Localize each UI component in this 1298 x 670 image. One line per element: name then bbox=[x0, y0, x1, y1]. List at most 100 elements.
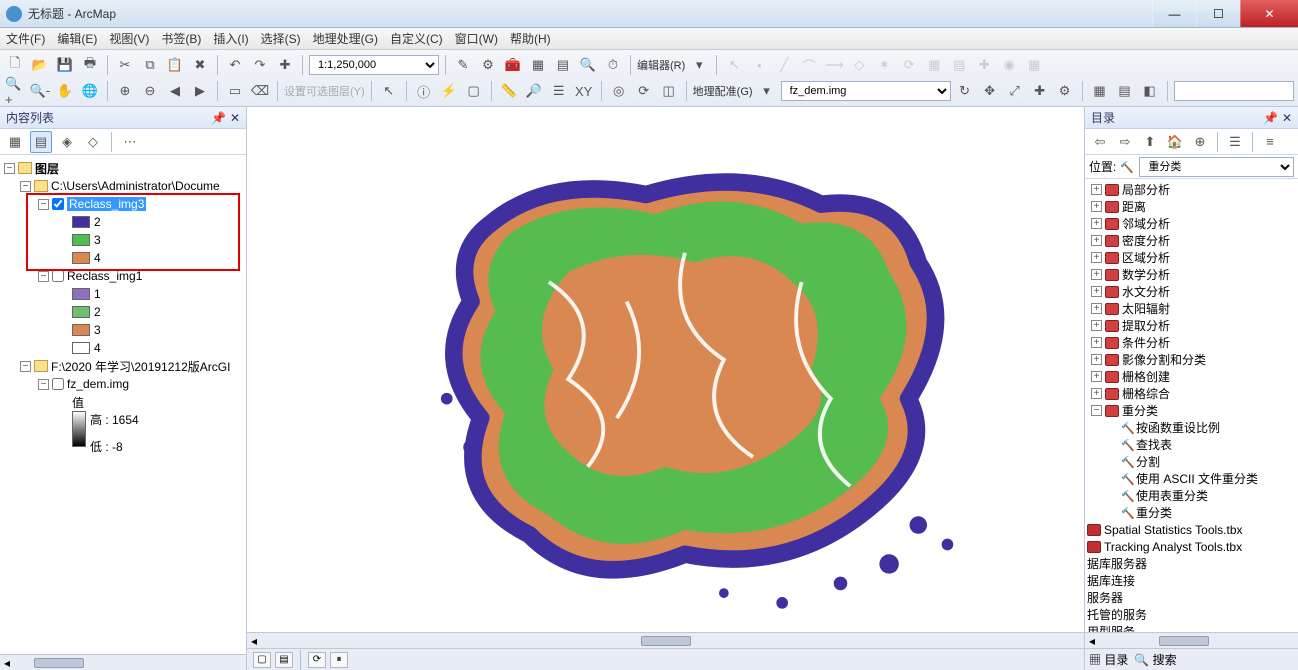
pause-draw-icon[interactable]: ⏸ bbox=[330, 652, 348, 668]
catalog-item[interactable]: 🔨分割 bbox=[1087, 453, 1296, 470]
catalog-item[interactable]: +距离 bbox=[1087, 198, 1296, 215]
pin-icon[interactable]: 📌 bbox=[211, 111, 226, 125]
catalog-item[interactable]: +水文分析 bbox=[1087, 283, 1296, 300]
group-f2020[interactable]: F:\2020 年学习\20191212版ArcGI bbox=[51, 358, 230, 375]
cut-icon[interactable]: ✂ bbox=[114, 54, 136, 76]
editor-toolbar-icon[interactable]: ✎ bbox=[452, 54, 474, 76]
toc-tree[interactable]: −图层 −C:\Users\Administrator\Docume −Recl… bbox=[0, 155, 246, 654]
time-slider-icon[interactable]: ⏱ bbox=[602, 54, 624, 76]
catalog-item[interactable]: −重分类 bbox=[1087, 402, 1296, 419]
list-by-source-icon[interactable]: ▤ bbox=[30, 131, 52, 153]
list-by-selection-icon[interactable]: ◇ bbox=[82, 131, 104, 153]
georef-auto-icon[interactable]: ⚙ bbox=[1054, 80, 1076, 102]
menu-edit[interactable]: 编辑(E) bbox=[57, 30, 97, 47]
catalog-item[interactable]: 🔨按函数重设比例 bbox=[1087, 419, 1296, 436]
pin-icon[interactable]: 📌 bbox=[1263, 111, 1278, 125]
menu-view[interactable]: 视图(V) bbox=[109, 30, 149, 47]
save-icon[interactable]: 💾 bbox=[54, 54, 76, 76]
georef-dropdown-icon[interactable]: ▾ bbox=[756, 80, 778, 102]
measure-icon[interactable]: 📏 bbox=[498, 80, 520, 102]
prev-extent-icon[interactable]: ◀ bbox=[164, 80, 186, 102]
select-element-icon[interactable]: ↖ bbox=[378, 80, 400, 102]
toggle-icon[interactable]: ☰ bbox=[1224, 131, 1246, 153]
zoom-in-icon[interactable]: 🔍+ bbox=[4, 80, 26, 102]
connect-icon[interactable]: ⊕ bbox=[1189, 131, 1211, 153]
catalog-item[interactable]: +密度分析 bbox=[1087, 232, 1296, 249]
list-by-drawing-icon[interactable]: ▦ bbox=[4, 131, 26, 153]
toc-options-icon[interactable]: ⋯ bbox=[119, 131, 141, 153]
georef-layer-select[interactable]: fz_dem.img bbox=[781, 81, 951, 101]
catalog-hscroll[interactable]: ◂ bbox=[1085, 632, 1298, 648]
delete-icon[interactable]: ✖ bbox=[189, 54, 211, 76]
catalog-item[interactable]: 🔨查找表 bbox=[1087, 436, 1296, 453]
editor-dropdown-icon[interactable]: ▾ bbox=[688, 54, 710, 76]
georef-reset-icon[interactable]: ◧ bbox=[1139, 80, 1161, 102]
menu-file[interactable]: 文件(F) bbox=[6, 30, 45, 47]
menu-geoprocessing[interactable]: 地理处理(G) bbox=[313, 30, 378, 47]
maximize-button[interactable]: ☐ bbox=[1196, 0, 1240, 27]
minimize-button[interactable]: — bbox=[1152, 0, 1196, 27]
search-icon[interactable]: 🔍 bbox=[577, 54, 599, 76]
layer-dem-checkbox[interactable] bbox=[52, 378, 64, 390]
close-button[interactable]: ✕ bbox=[1240, 0, 1298, 27]
list-by-visibility-icon[interactable]: ◈ bbox=[56, 131, 78, 153]
catalog-tab[interactable]: ▦ 目录 bbox=[1089, 651, 1128, 668]
pause-icon[interactable]: ◫ bbox=[658, 80, 680, 102]
forward-icon[interactable]: ⇨ bbox=[1114, 131, 1136, 153]
redo-icon[interactable]: ↷ bbox=[249, 54, 271, 76]
menu-customize[interactable]: 自定义(C) bbox=[390, 30, 443, 47]
catalog-item[interactable]: +栅格综合 bbox=[1087, 385, 1296, 402]
search-tab[interactable]: 🔍 搜索 bbox=[1134, 651, 1176, 668]
print-icon[interactable]: 🖶 bbox=[79, 54, 101, 76]
find-route-icon[interactable]: ☰ bbox=[548, 80, 570, 102]
layout-view-tab[interactable]: ▤ bbox=[275, 652, 293, 668]
catalog-item[interactable]: Spatial Statistics Tools.tbx bbox=[1087, 521, 1296, 538]
up-icon[interactable]: ⬆ bbox=[1139, 131, 1161, 153]
paste-icon[interactable]: 📋 bbox=[164, 54, 186, 76]
catalog-item[interactable]: 据库服务器 bbox=[1087, 555, 1296, 572]
map-hscroll[interactable]: ◂ bbox=[247, 632, 1084, 648]
hyperlink-icon[interactable]: ⚡ bbox=[438, 80, 460, 102]
georef-rotate-icon[interactable]: ↻ bbox=[954, 80, 976, 102]
menu-insert[interactable]: 插入(I) bbox=[213, 30, 248, 47]
goto-xy-icon[interactable]: XY bbox=[573, 80, 595, 102]
georef-scale-icon[interactable]: ⤢ bbox=[1004, 80, 1026, 102]
layer-dem[interactable]: fz_dem.img bbox=[67, 377, 129, 391]
catalog-item[interactable]: +局部分析 bbox=[1087, 181, 1296, 198]
catalog-item[interactable]: 托管的服务 bbox=[1087, 606, 1296, 623]
catalog-item[interactable]: 用型服务 bbox=[1087, 623, 1296, 632]
editor-menu[interactable]: 编辑器(R) bbox=[637, 57, 685, 73]
scale-select[interactable]: 1:1,250,000 bbox=[309, 55, 439, 75]
layer-img1-checkbox[interactable] bbox=[52, 270, 64, 282]
location-select[interactable]: 重分类 bbox=[1139, 157, 1294, 177]
catalog-item[interactable]: 🔨使用表重分类 bbox=[1087, 487, 1296, 504]
identify-icon[interactable]: ⓘ bbox=[413, 80, 435, 102]
layer-img3[interactable]: Reclass_img3 bbox=[67, 197, 146, 211]
fixed-zoom-out-icon[interactable]: ⊖ bbox=[139, 80, 161, 102]
full-extent-icon[interactable]: 🌐 bbox=[79, 80, 101, 102]
clear-selection-icon[interactable]: ⌫ bbox=[249, 80, 271, 102]
undo-icon[interactable]: ↶ bbox=[224, 54, 246, 76]
model-builder-icon[interactable]: ⚙ bbox=[477, 54, 499, 76]
panel-close-icon[interactable]: ✕ bbox=[230, 111, 240, 125]
layers-root[interactable]: 图层 bbox=[35, 160, 59, 177]
python-icon[interactable]: ▦ bbox=[527, 54, 549, 76]
catalog-item[interactable]: +栅格创建 bbox=[1087, 368, 1296, 385]
catalog-item[interactable]: 🔨使用 ASCII 文件重分类 bbox=[1087, 470, 1296, 487]
find-icon[interactable]: 🔎 bbox=[523, 80, 545, 102]
copy-icon[interactable]: ⧉ bbox=[139, 54, 161, 76]
catalog-item[interactable]: +区域分析 bbox=[1087, 249, 1296, 266]
menu-selection[interactable]: 选择(S) bbox=[261, 30, 301, 47]
catalog-tree[interactable]: +局部分析+距离+邻域分析+密度分析+区域分析+数学分析+水文分析+太阳辐射+提… bbox=[1085, 179, 1298, 632]
add-data-icon[interactable]: ✚ bbox=[274, 54, 296, 76]
zoom-out-icon[interactable]: 🔍- bbox=[29, 80, 51, 102]
catalog-item[interactable]: +数学分析 bbox=[1087, 266, 1296, 283]
menu-help[interactable]: 帮助(H) bbox=[510, 30, 551, 47]
toc-hscroll[interactable]: ◂ bbox=[0, 654, 246, 670]
catalog-item[interactable]: 🔨重分类 bbox=[1087, 504, 1296, 521]
select-features-icon[interactable]: ▭ bbox=[224, 80, 246, 102]
refresh-view-icon[interactable]: ⟳ bbox=[308, 652, 326, 668]
catalog-item[interactable]: +提取分析 bbox=[1087, 317, 1296, 334]
menu-bookmarks[interactable]: 书签(B) bbox=[161, 30, 201, 47]
catalog-icon[interactable]: ▤ bbox=[552, 54, 574, 76]
